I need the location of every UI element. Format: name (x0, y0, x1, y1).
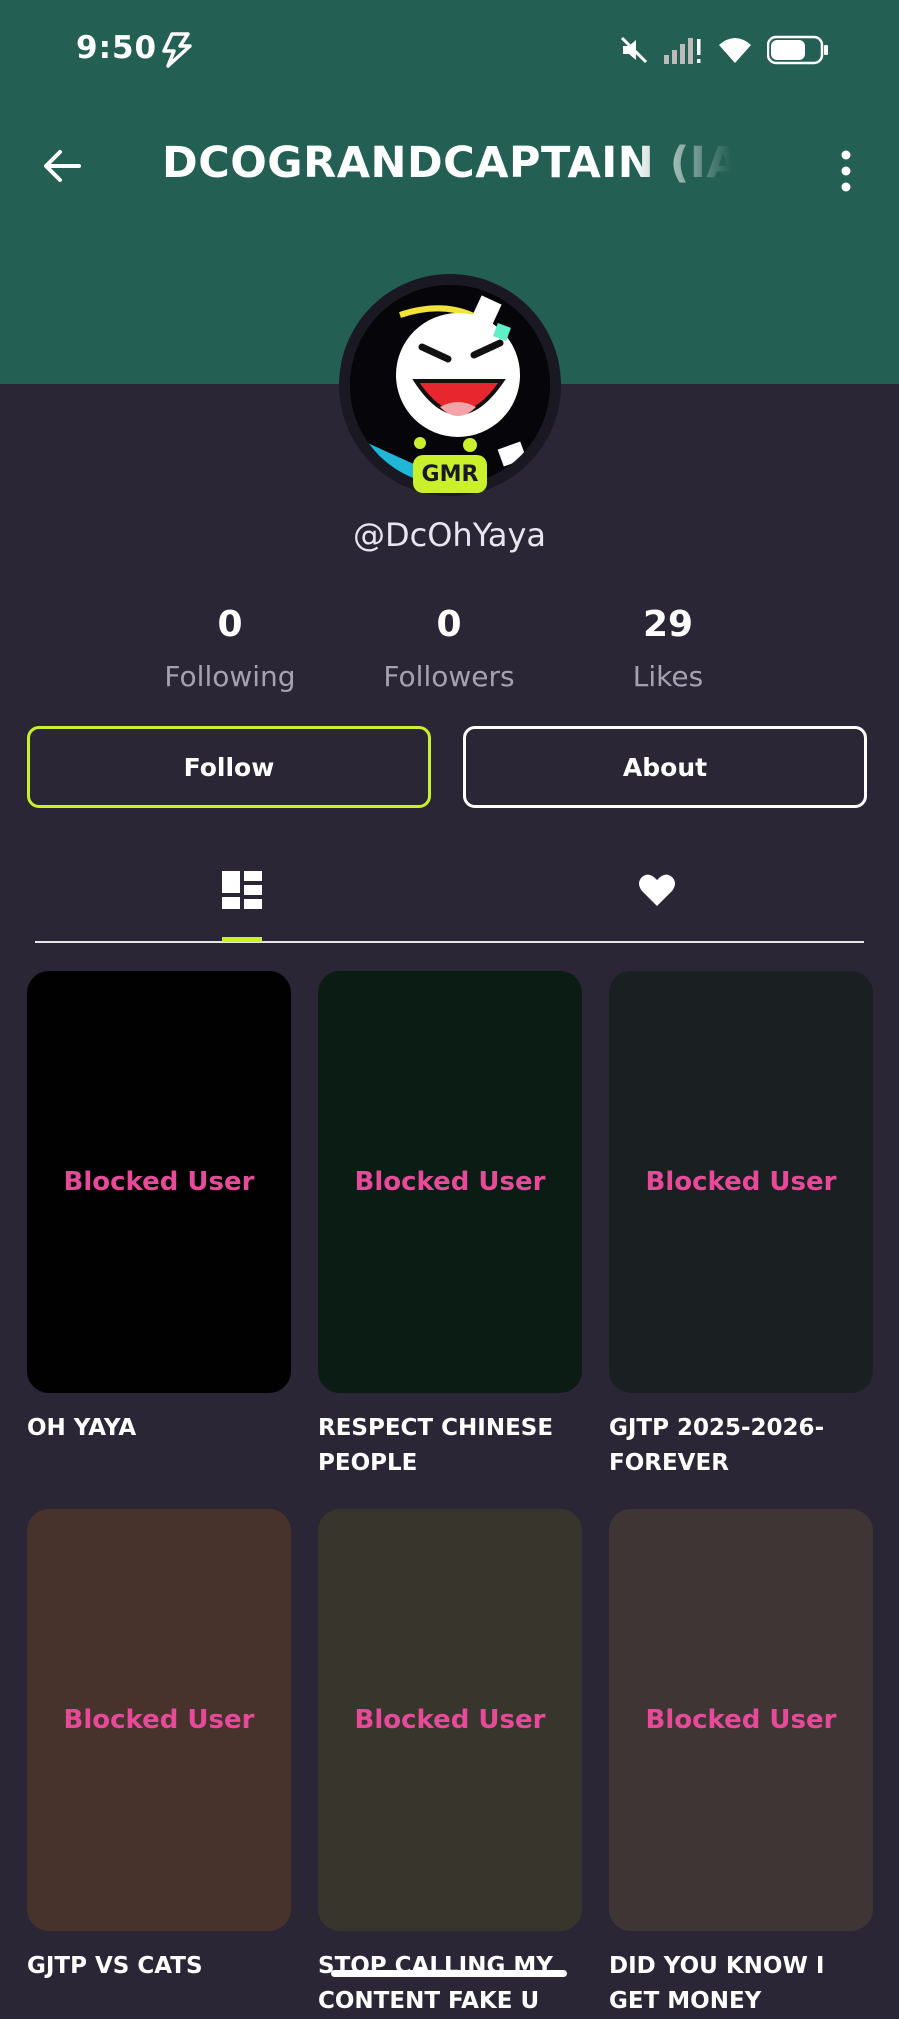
video-title: STOP CALLING MY CONTENT FAKE U (318, 1953, 553, 2014)
stat-followers[interactable]: 0 Followers (339, 604, 559, 693)
battery-icon (766, 35, 829, 69)
video-thumbnail[interactable]: Blocked User (609, 1509, 873, 1931)
status-time: 9:50 (76, 30, 158, 66)
video-item[interactable]: Blocked User STOP CALLING MY CONTENT FAK… (318, 1509, 582, 2019)
title-fade (632, 138, 742, 198)
video-item[interactable]: Blocked User GJTP 2025-2026-FOREVER (609, 971, 873, 1481)
follow-button[interactable]: Follow (27, 726, 431, 808)
cell-signal-icon (663, 35, 703, 69)
back-arrow-icon (44, 150, 81, 182)
video-thumbnail[interactable]: Blocked User (27, 971, 291, 1393)
tab-videos[interactable] (202, 860, 282, 920)
tab-divider (35, 941, 864, 943)
tab-liked[interactable] (617, 860, 697, 920)
likes-count: 29 (642, 604, 694, 645)
stat-following[interactable]: 0 Following (120, 604, 340, 693)
heart-icon (639, 874, 675, 906)
status-bar: 9:50 (0, 0, 899, 100)
top-app-bar: DCOGRANDCAPTAIN (IAML (0, 100, 899, 230)
video-thumbnail[interactable]: Blocked User (318, 1509, 582, 1931)
home-indicator[interactable] (331, 1970, 567, 1977)
more-options-button[interactable] (826, 140, 866, 202)
video-thumbnail[interactable]: Blocked User (609, 971, 873, 1393)
video-title: OH YAYA (27, 1415, 137, 1441)
profile-title-container: DCOGRANDCAPTAIN (IAML (162, 138, 742, 198)
mute-icon (619, 35, 649, 69)
likes-label: Likes (632, 660, 704, 693)
following-label: Following (164, 660, 296, 693)
video-thumbnail[interactable]: Blocked User (318, 971, 582, 1393)
video-item[interactable]: Blocked User GJTP VS CATS (27, 1509, 291, 1984)
back-button[interactable] (36, 140, 88, 192)
wifi-icon (717, 35, 753, 69)
gmr-badge: GMR (413, 455, 487, 493)
video-title: RESPECT CHINESE PEOPLE (318, 1415, 554, 1476)
video-item[interactable]: Blocked User OH YAYA (27, 971, 291, 1446)
followers-count: 0 (436, 604, 462, 645)
about-button[interactable]: About (463, 726, 867, 808)
following-count: 0 (217, 604, 243, 645)
video-thumbnail[interactable]: Blocked User (27, 1509, 291, 1931)
video-title: DID YOU KNOW I GET MONEY (609, 1953, 825, 2014)
followers-label: Followers (383, 660, 515, 693)
video-title: GJTP 2025-2026-FOREVER (609, 1415, 825, 1476)
stat-likes: 29 Likes (558, 604, 778, 693)
more-vert-icon (841, 150, 851, 192)
video-item[interactable]: Blocked User RESPECT CHINESE PEOPLE (318, 971, 582, 1481)
video-item[interactable]: Blocked User DID YOU KNOW I GET MONEY (609, 1509, 873, 2019)
username-handle: @DcOhYaya (353, 516, 546, 554)
grid-icon (222, 871, 262, 909)
video-title: GJTP VS CATS (27, 1953, 203, 1979)
bolt-icon (160, 32, 194, 72)
tab-selected-indicator (222, 937, 262, 942)
